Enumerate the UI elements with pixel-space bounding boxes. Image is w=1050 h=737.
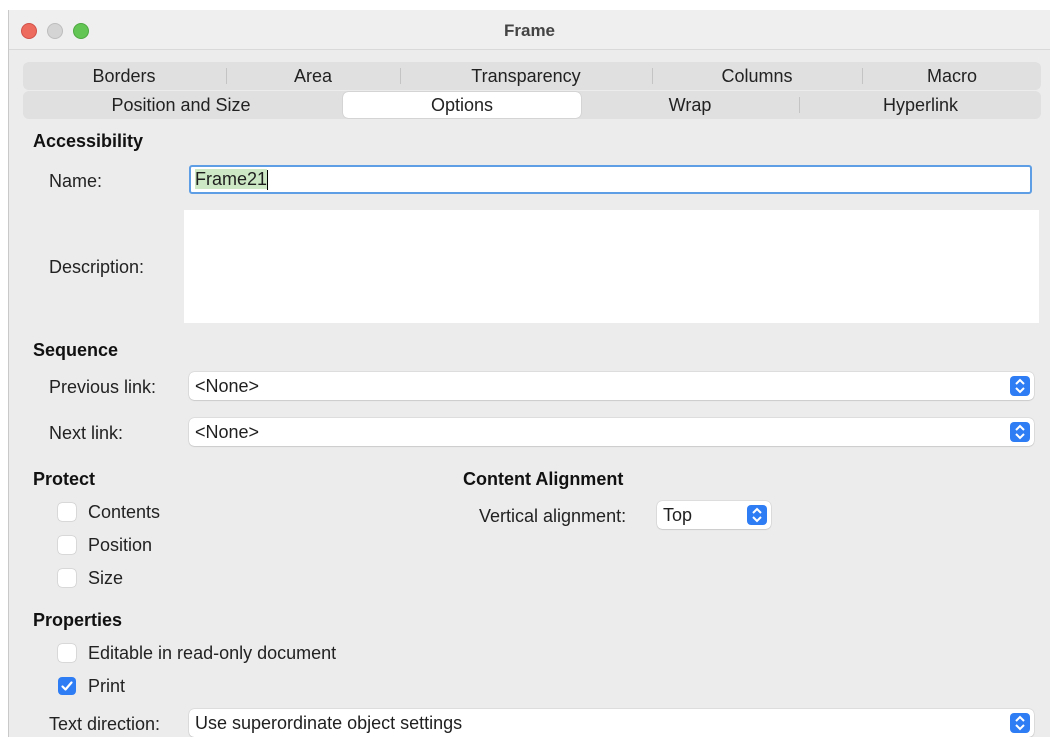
name-label: Name: — [49, 171, 103, 191]
accessibility-heading: Accessibility — [33, 131, 144, 151]
text-direction-value: Use superordinate object settings — [195, 713, 463, 733]
tab-area[interactable]: Area — [227, 62, 399, 90]
editable-readonly-label: Editable in read-only document — [88, 643, 337, 663]
updown-chevron-icon — [747, 505, 767, 525]
tab-transparency[interactable]: Transparency — [401, 62, 651, 90]
contents-checkbox[interactable] — [58, 503, 76, 521]
tab-position-and-size[interactable]: Position and Size — [23, 91, 339, 119]
next-link-value: <None> — [195, 422, 260, 442]
previous-link-select[interactable]: <None> — [189, 372, 1034, 400]
tab-wrap[interactable]: Wrap — [583, 91, 797, 119]
description-label: Description: — [49, 257, 145, 277]
updown-chevron-icon — [1010, 422, 1030, 442]
vertical-alignment-select[interactable]: Top — [657, 501, 771, 529]
protect-heading: Protect — [33, 469, 96, 489]
print-checkbox[interactable] — [58, 677, 76, 695]
sequence-heading: Sequence — [33, 340, 119, 360]
window-title: Frame — [503, 21, 556, 40]
tab-borders[interactable]: Borders — [23, 62, 225, 90]
vertical-alignment-value: Top — [663, 505, 693, 525]
contents-label: Contents — [88, 502, 161, 522]
tab-options[interactable]: Options — [343, 92, 581, 118]
tab-row-lower: Position and Size Options Wrap Hyperlink — [23, 91, 1041, 119]
tab-row-upper: Borders Area Transparency Columns Macro — [23, 62, 1041, 90]
text-caret — [267, 170, 269, 191]
tab-hyperlink[interactable]: Hyperlink — [800, 91, 1041, 119]
updown-chevron-icon — [1010, 713, 1030, 733]
checkmark-icon — [61, 681, 73, 691]
name-value: Frame21 — [195, 169, 268, 189]
content-alignment-heading: Content Alignment — [463, 469, 624, 489]
position-label: Position — [88, 535, 153, 555]
print-label: Print — [88, 676, 126, 696]
title-bar: Frame — [9, 10, 1050, 50]
updown-chevron-icon — [1010, 376, 1030, 396]
description-textarea[interactable] — [184, 210, 1039, 323]
previous-link-value: <None> — [195, 376, 260, 396]
properties-heading: Properties — [33, 610, 123, 630]
size-checkbox[interactable] — [58, 569, 76, 587]
frame-dialog: Frame Borders Area Transparency Columns … — [8, 10, 1050, 737]
tab-columns[interactable]: Columns — [653, 62, 861, 90]
tab-macro[interactable]: Macro — [863, 62, 1041, 90]
size-label: Size — [88, 568, 124, 588]
text-direction-label: Text direction: — [49, 714, 161, 734]
editable-readonly-checkbox[interactable] — [58, 644, 76, 662]
text-direction-select[interactable]: Use superordinate object settings — [189, 709, 1034, 737]
next-link-label: Next link: — [49, 423, 124, 443]
position-checkbox[interactable] — [58, 536, 76, 554]
vertical-alignment-label: Vertical alignment: — [479, 506, 627, 526]
next-link-select[interactable]: <None> — [189, 418, 1034, 446]
name-input[interactable]: Frame21 — [189, 165, 1032, 194]
previous-link-label: Previous link: — [49, 377, 157, 397]
